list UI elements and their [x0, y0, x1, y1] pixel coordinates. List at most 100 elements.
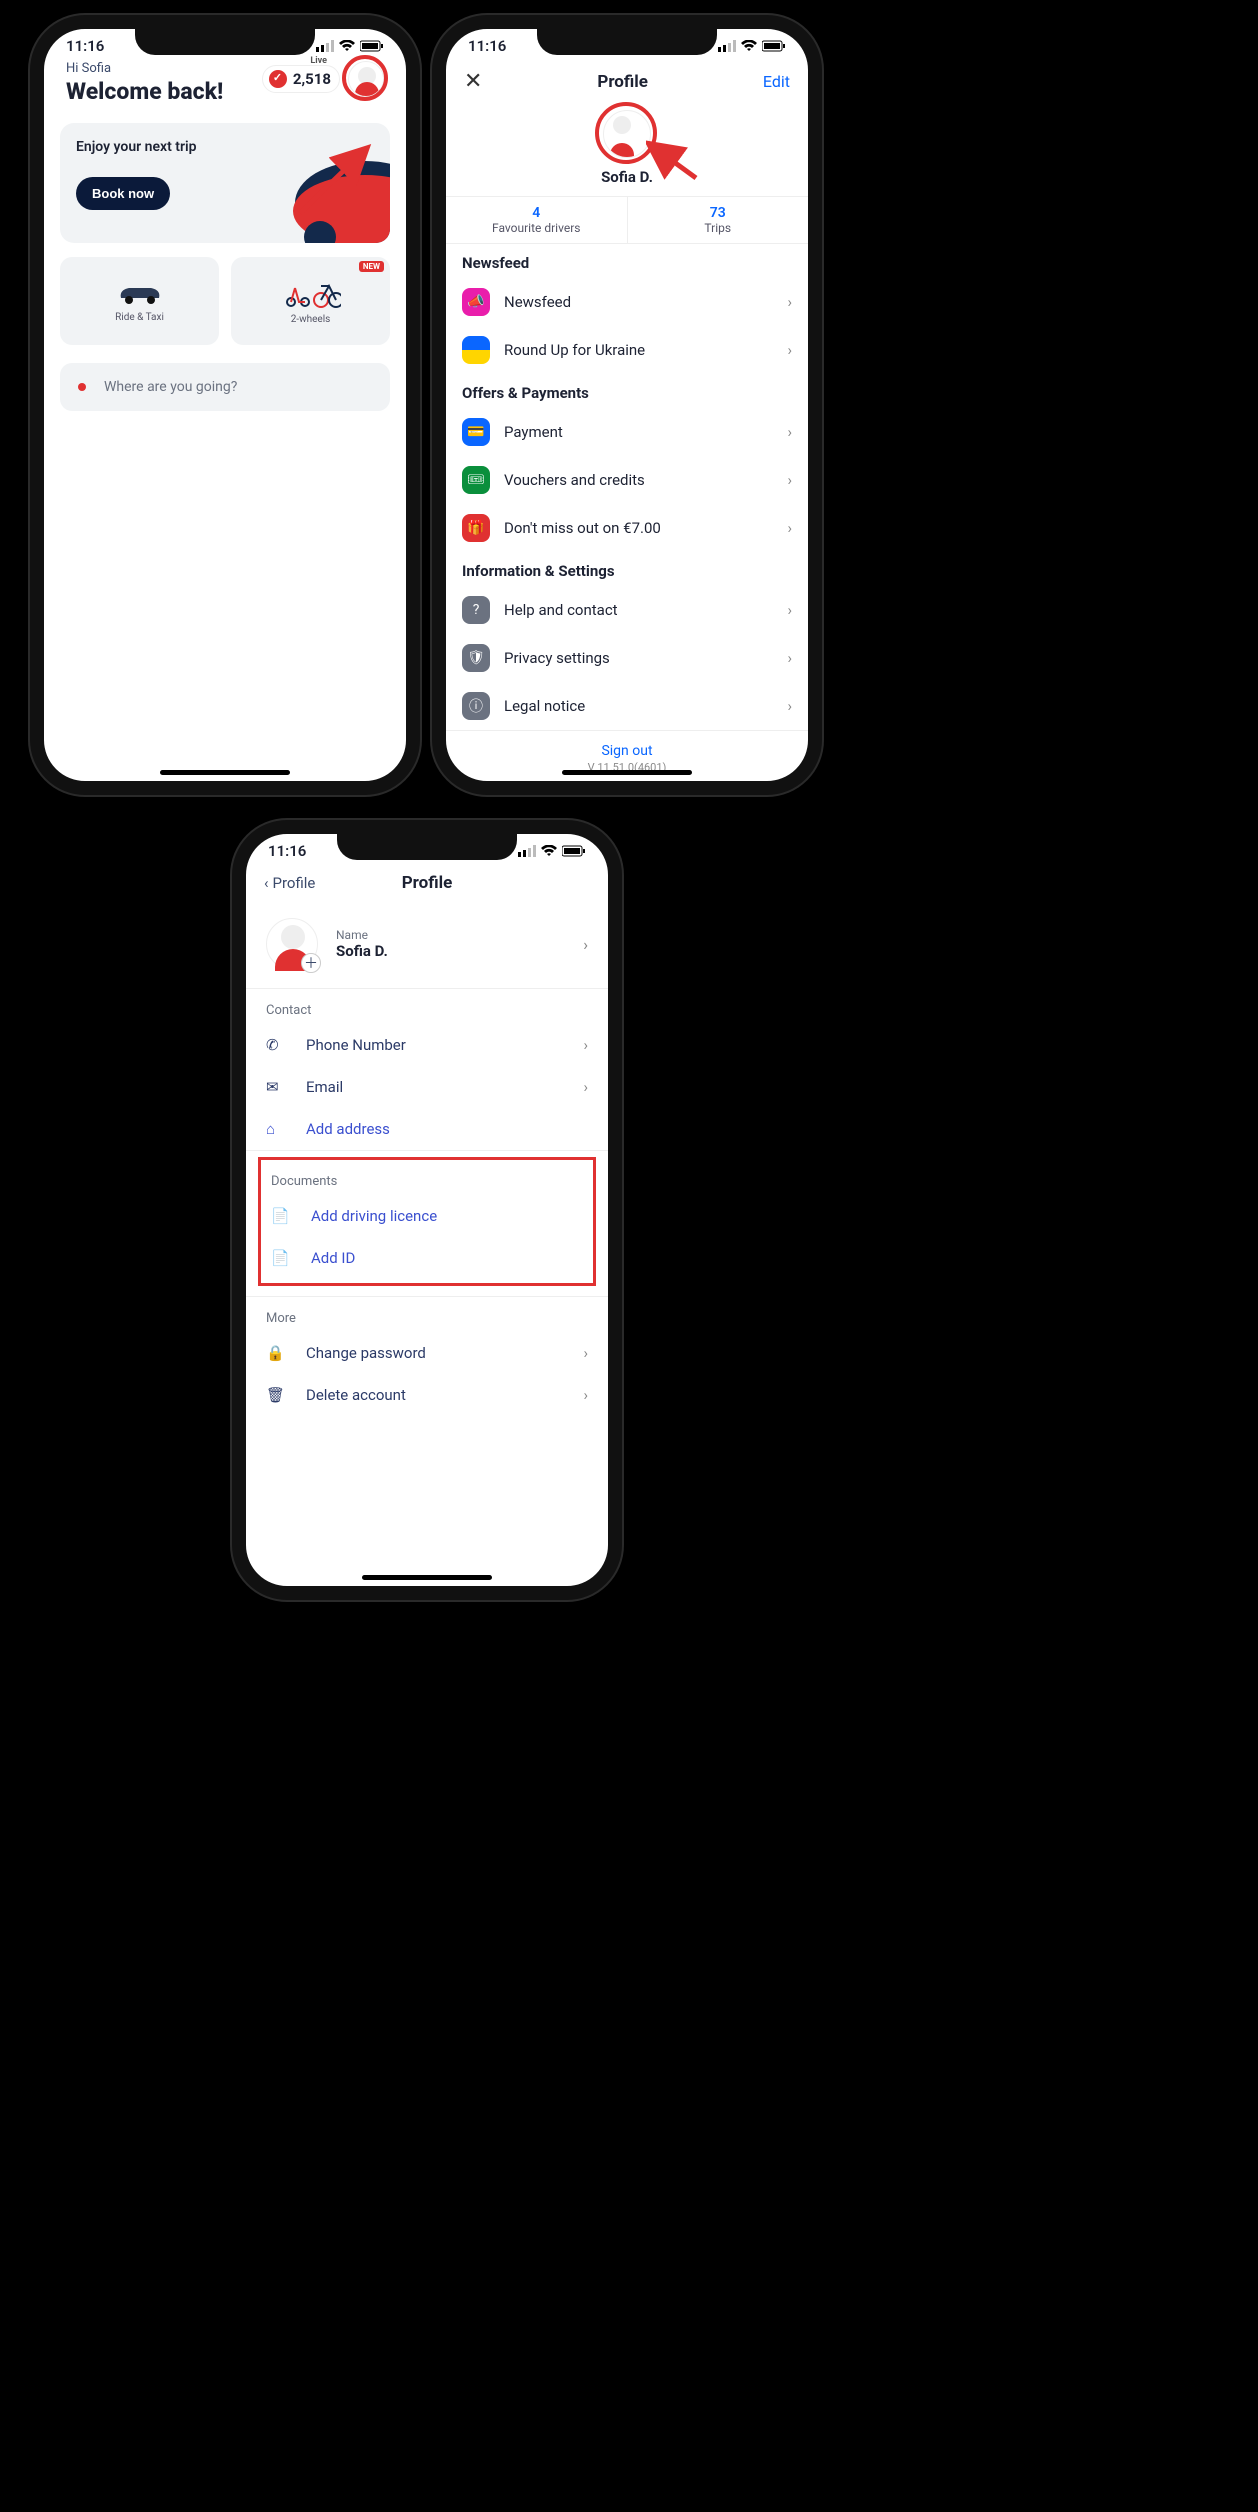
section-more: More [246, 1297, 608, 1332]
car-illustration [270, 141, 390, 243]
row-phone[interactable]: ✆ Phone Number › [246, 1024, 608, 1066]
row-label: Add ID [311, 1249, 573, 1267]
back-label: Profile [273, 874, 316, 892]
battery-icon [562, 845, 586, 857]
chevron-right-icon: › [787, 601, 792, 619]
chevron-right-icon: › [583, 935, 588, 954]
stat-favourite-drivers[interactable]: 4 Favourite drivers [446, 197, 627, 243]
hero: Hi Sofia Welcome back! Live 2,518 [44, 59, 406, 105]
signal-icon [316, 40, 334, 52]
row-help[interactable]: ? Help and contact › [446, 586, 808, 634]
wifi-icon [541, 845, 557, 857]
wifi-icon [339, 40, 355, 52]
home-icon: ⌂ [266, 1120, 288, 1138]
edit-button[interactable]: Edit [763, 72, 790, 91]
car-icon [115, 280, 165, 306]
service-label: 2-wheels [291, 314, 331, 325]
notch [337, 832, 517, 860]
bike-scooter-icon [281, 278, 341, 308]
info-icon: ⓘ [462, 692, 490, 720]
section-newsfeed: Newsfeed [446, 244, 808, 278]
book-now-button[interactable]: Book now [76, 177, 170, 210]
section-contact: Contact [246, 989, 608, 1024]
chevron-right-icon: › [583, 1386, 588, 1404]
notch [537, 27, 717, 55]
points-live-label: Live [310, 56, 327, 66]
services: Ride & Taxi NEW 2-wheels [60, 257, 390, 345]
gift-icon: 🎁 [462, 514, 490, 542]
row-name[interactable]: ＋ Name Sofia D. › [246, 902, 608, 988]
signal-icon [518, 845, 536, 857]
close-button[interactable]: ✕ [464, 69, 482, 94]
greeting: Hi Sofia Welcome back! [66, 61, 223, 105]
section-offers: Offers & Payments [446, 374, 808, 408]
points-pill[interactable]: Live 2,518 [262, 65, 340, 93]
row-label: Legal notice [504, 697, 773, 715]
row-legal[interactable]: ⓘ Legal notice › [446, 682, 808, 730]
row-delete-account[interactable]: 🗑 Delete account › [246, 1374, 608, 1416]
sign-out-button[interactable]: Sign out [446, 731, 808, 761]
row-change-password[interactable]: 🔒 Change password › [246, 1332, 608, 1374]
next-trip-banner[interactable]: Enjoy your next trip Book now [60, 123, 390, 243]
row-privacy[interactable]: 🛡 Privacy settings › [446, 634, 808, 682]
row-label: Add driving licence [311, 1207, 573, 1225]
chevron-right-icon: › [787, 519, 792, 537]
shield-icon: 🛡 [462, 644, 490, 672]
greeting-big: Welcome back! [66, 78, 223, 105]
profile-avatar[interactable]: ＋ [266, 918, 318, 970]
row-add-address[interactable]: ⌂ Add address [246, 1108, 608, 1150]
service-label: Ride & Taxi [115, 312, 164, 323]
mail-icon: ✉ [266, 1078, 288, 1096]
question-icon: ? [462, 596, 490, 624]
chevron-right-icon: › [787, 471, 792, 489]
name-field-label: Name [336, 928, 565, 942]
page-title: Profile [402, 873, 453, 893]
row-ukraine[interactable]: Round Up for Ukraine › [446, 326, 808, 374]
points-value: 2,518 [293, 70, 331, 88]
home-indicator [562, 770, 692, 775]
service-ride-taxi[interactable]: Ride & Taxi [60, 257, 219, 345]
row-email[interactable]: ✉ Email › [246, 1066, 608, 1108]
chevron-right-icon: › [787, 423, 792, 441]
back-button[interactable]: ‹ Profile [264, 874, 315, 892]
stat-trips[interactable]: 73 Trips [627, 197, 809, 243]
home-indicator [160, 770, 290, 775]
battery-icon [360, 40, 384, 52]
status-time: 11:16 [468, 37, 506, 55]
row-label: Vouchers and credits [504, 471, 773, 489]
navbar: ‹ Profile Profile [246, 864, 608, 902]
row-add-driving-licence[interactable]: 📄 Add driving licence [261, 1195, 593, 1237]
avatar-button[interactable] [348, 61, 384, 97]
service-two-wheels[interactable]: NEW 2-wheels [231, 257, 390, 345]
status-icons [518, 845, 586, 857]
add-photo-button[interactable]: ＋ [301, 953, 321, 973]
chevron-right-icon: › [787, 293, 792, 311]
battery-icon [762, 40, 786, 52]
phone-profile-detail: 11:16 ‹ Profile Profile ＋ Name Sofia D. … [232, 820, 622, 1600]
chevron-right-icon: › [787, 649, 792, 667]
section-info: Information & Settings [446, 552, 808, 586]
row-label: Add address [306, 1120, 588, 1138]
profile-avatar[interactable] [603, 110, 651, 158]
stat-label: Favourite drivers [446, 221, 627, 235]
row-payment[interactable]: 💳 Payment › [446, 408, 808, 456]
lock-icon: 🔒 [266, 1344, 288, 1362]
row-label: Phone Number [306, 1036, 565, 1054]
row-promo[interactable]: 🎁 Don't miss out on €7.00 › [446, 504, 808, 552]
row-label: Email [306, 1078, 565, 1096]
destination-search[interactable]: Where are you going? [60, 363, 390, 411]
book-now-label: Book now [92, 186, 154, 201]
status-time: 11:16 [66, 37, 104, 55]
row-newsfeed[interactable]: 📣 Newsfeed › [446, 278, 808, 326]
row-vouchers[interactable]: 🎟 Vouchers and credits › [446, 456, 808, 504]
phone-profile-menu: 11:16 ✕ Profile Edit Sofia D. 4 Favourit… [432, 15, 822, 795]
check-icon [269, 70, 287, 88]
stat-num: 4 [446, 205, 627, 221]
row-label: Privacy settings [504, 649, 773, 667]
status-icons [316, 40, 384, 52]
phone-home: 11:16 Hi Sofia Welcome back! Live 2,518 [30, 15, 420, 795]
row-add-id[interactable]: 📄 Add ID [261, 1237, 593, 1279]
card-icon: 💳 [462, 418, 490, 446]
megaphone-icon: 📣 [462, 288, 490, 316]
stat-label: Trips [628, 221, 809, 235]
